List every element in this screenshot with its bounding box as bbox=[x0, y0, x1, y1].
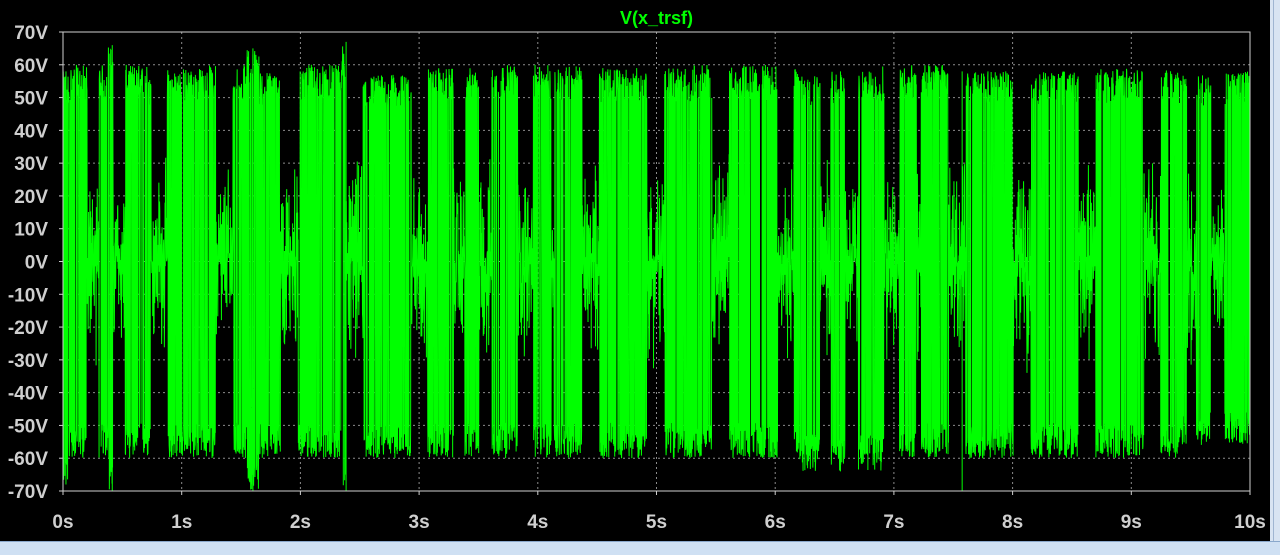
y-tick-label: 70V bbox=[14, 23, 48, 44]
y-tick-label: 20V bbox=[14, 187, 48, 208]
y-tick-label: -20V bbox=[8, 318, 48, 339]
y-tick-label: -10V bbox=[8, 285, 48, 306]
x-tick-label: 6s bbox=[765, 512, 786, 533]
y-tick-label: 10V bbox=[14, 220, 48, 241]
waveform-chart[interactable]: 70V 60V 50V 40V 30V 20V 10V 0V -10V -20V -30V -40V -… bbox=[0, 0, 1270, 541]
window-edge-line bbox=[1273, 0, 1274, 541]
x-tick-label: 4s bbox=[527, 512, 548, 533]
x-tick-label: 0s bbox=[52, 512, 73, 533]
y-tick-label: -70V bbox=[8, 482, 48, 503]
x-tick-label: 3s bbox=[409, 512, 430, 533]
y-tick-label: 0V bbox=[25, 253, 49, 274]
x-tick-label: 2s bbox=[290, 512, 311, 533]
x-tick-label: 5s bbox=[646, 512, 667, 533]
x-tick-label: 9s bbox=[1121, 512, 1142, 533]
x-axis-ticks: 0s 1s 2s 3s 4s 5s 6s 7s 8s 9s 10s bbox=[52, 491, 1266, 533]
y-tick-label: -40V bbox=[8, 384, 48, 405]
status-bar bbox=[0, 541, 1280, 555]
y-tick-label: 50V bbox=[14, 89, 48, 110]
y-tick-label: 30V bbox=[14, 154, 48, 175]
x-tick-label: 1s bbox=[171, 512, 192, 533]
y-tick-label: -60V bbox=[8, 449, 48, 470]
y-tick-label: 40V bbox=[14, 121, 48, 142]
window-right-edge bbox=[1270, 0, 1280, 541]
y-tick-label: 60V bbox=[14, 56, 48, 77]
y-tick-label: -30V bbox=[8, 351, 48, 372]
x-tick-label: 7s bbox=[883, 512, 904, 533]
chart-title[interactable]: V(x_trsf) bbox=[620, 8, 693, 28]
waveform-viewer-window: 70V 60V 50V 40V 30V 20V 10V 0V -10V -20V -30V -40V -… bbox=[0, 0, 1280, 555]
y-axis-ticks: 70V 60V 50V 40V 30V 20V 10V 0V -10V -20V -30V -40V -… bbox=[8, 23, 63, 503]
x-tick-label: 8s bbox=[1002, 512, 1023, 533]
y-tick-label: -50V bbox=[8, 416, 48, 437]
x-tick-label: 10s bbox=[1234, 512, 1266, 533]
